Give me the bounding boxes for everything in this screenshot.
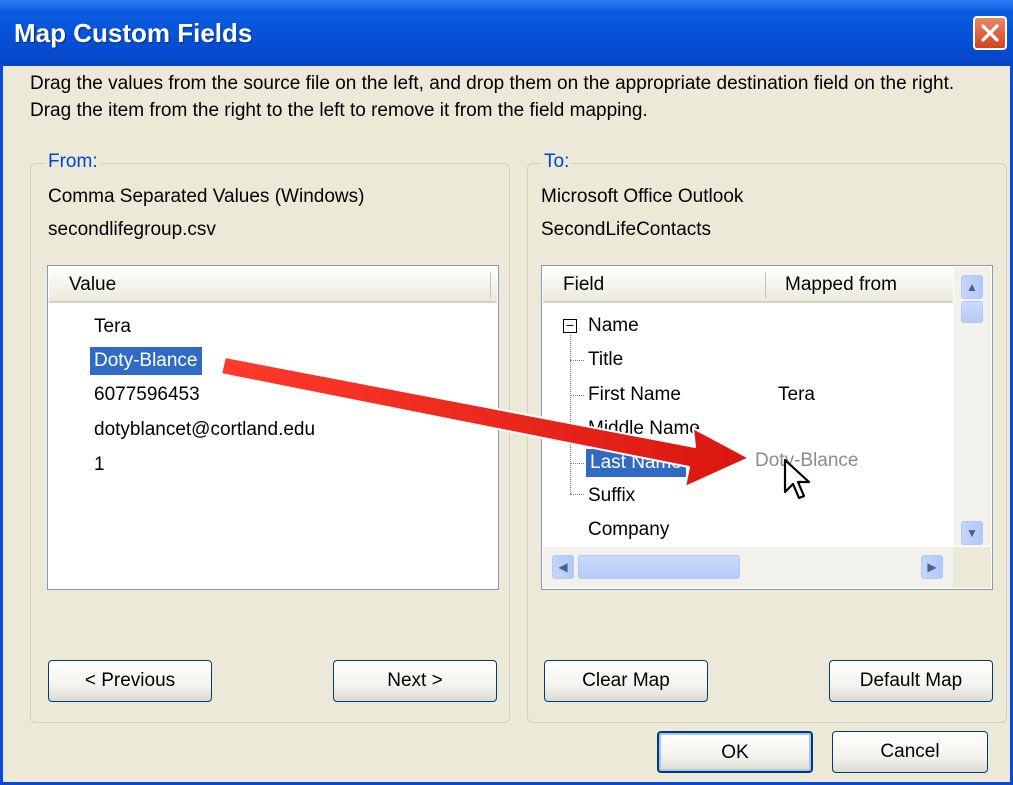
- map-custom-fields-dialog: Map Custom Fields Drag the values from t…: [0, 0, 1013, 785]
- mouse-cursor-icon: [783, 458, 811, 500]
- drag-arrow-icon: [220, 356, 750, 488]
